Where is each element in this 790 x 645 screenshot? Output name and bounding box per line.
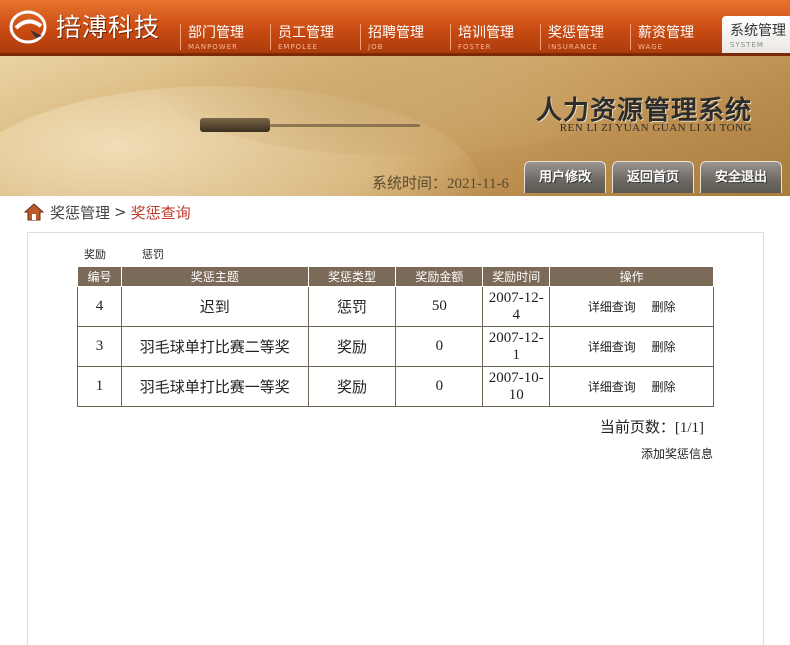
- tab-punish[interactable]: 惩罚: [142, 246, 164, 262]
- banner-decoration: [200, 118, 270, 132]
- cell-id: 3: [77, 326, 122, 367]
- cell-actions: 详细查询 删除: [549, 286, 714, 327]
- nav-item-department[interactable]: 部门管理 MANPOWER: [180, 18, 270, 56]
- nav-sublabel: JOB: [368, 43, 384, 51]
- nav-item-system[interactable]: 系统管理 SYSTEM: [722, 16, 790, 56]
- table-row: 1 羽毛球单打比赛一等奖 奖励 0 2007-10- 10 详细查询 删除: [77, 366, 714, 407]
- date-part: 10: [508, 386, 524, 403]
- banner-decoration: [270, 124, 420, 127]
- date-part: 1: [512, 346, 521, 363]
- col-header-subject: 奖惩主题: [120, 266, 309, 287]
- breadcrumb-separator: >: [114, 203, 127, 221]
- nav-label: 员工管理: [278, 25, 334, 41]
- delete-link[interactable]: 删除: [652, 340, 676, 354]
- table-header-row: 编号 奖惩主题 奖惩类型 奖励金额 奖励时间 操作: [77, 266, 714, 287]
- cell-id: 4: [77, 286, 122, 327]
- nav-sublabel: WAGE: [638, 43, 664, 51]
- cell-actions: 详细查询 删除: [549, 366, 714, 407]
- system-subtitle: REN LI ZI YUAN GUAN LI XI TONG: [559, 122, 752, 134]
- table-row: 4 迟到 惩罚 50 2007-12- 4 详细查询 删除: [77, 286, 714, 327]
- add-reward-punish-link[interactable]: 添加奖惩信息: [641, 445, 713, 462]
- nav-sublabel: INSURANCE: [548, 43, 598, 51]
- brand-name: 掊溥科技: [56, 13, 161, 42]
- cell-date: 2007-10- 10: [482, 366, 551, 407]
- date-part: 4: [512, 306, 521, 323]
- filter-tabs: 奖励 惩罚: [84, 246, 200, 262]
- nav-label: 培训管理: [458, 25, 514, 41]
- nav-sublabel: EMPOLEE: [278, 43, 318, 51]
- page-indicator: 当前页数：[1/1]: [599, 420, 704, 436]
- cell-subject: 羽毛球单打比赛一等奖: [120, 366, 309, 407]
- date-part: 2007-12-: [488, 289, 544, 306]
- nav-item-recruit[interactable]: 招聘管理 JOB: [360, 18, 450, 56]
- nav-label: 系统管理: [730, 23, 786, 39]
- breadcrumb-parent[interactable]: 奖惩管理: [50, 202, 110, 223]
- main-nav: 部门管理 MANPOWER 员工管理 EMPOLEE 招聘管理 JOB 培训管理…: [180, 16, 790, 56]
- nav-item-training[interactable]: 培训管理 FOSTER: [450, 18, 540, 56]
- nav-label: 薪资管理: [638, 25, 694, 41]
- col-header-actions: 操作: [549, 266, 714, 287]
- nav-label: 部门管理: [188, 25, 244, 41]
- nav-item-employee[interactable]: 员工管理 EMPOLEE: [270, 18, 360, 56]
- delete-link[interactable]: 删除: [652, 300, 676, 314]
- cell-id: 1: [77, 366, 122, 407]
- reward-punish-table: 编号 奖惩主题 奖惩类型 奖励金额 奖励时间 操作 4 迟到 惩罚 50 200…: [77, 266, 714, 407]
- nav-label: 招聘管理: [368, 25, 424, 41]
- cell-date: 2007-12- 1: [482, 326, 551, 367]
- cell-date: 2007-12- 4: [482, 286, 551, 327]
- cell-amount: 50: [395, 286, 484, 327]
- view-detail-link[interactable]: 详细查询: [588, 300, 636, 314]
- nav-item-reward-punish[interactable]: 奖惩管理 INSURANCE: [540, 18, 630, 56]
- delete-link[interactable]: 删除: [652, 380, 676, 394]
- logo: 掊溥科技: [8, 6, 160, 46]
- logout-button[interactable]: 安全退出: [700, 161, 782, 193]
- cell-amount: 0: [395, 326, 484, 367]
- col-header-id: 编号: [77, 266, 122, 287]
- table-row: 3 羽毛球单打比赛二等奖 奖励 0 2007-12- 1 详细查询 删除: [77, 326, 714, 367]
- cell-amount: 0: [395, 366, 484, 407]
- nav-item-salary[interactable]: 薪资管理 WAGE: [630, 18, 720, 56]
- cell-subject: 迟到: [120, 286, 309, 327]
- breadcrumb-current: 奖惩查询: [130, 203, 191, 222]
- system-time: 系统时间：2021-11-6: [372, 176, 509, 192]
- cell-subject: 羽毛球单打比赛二等奖: [120, 326, 309, 367]
- cell-actions: 详细查询 删除: [549, 326, 714, 367]
- view-detail-link[interactable]: 详细查询: [588, 380, 636, 394]
- col-header-type: 奖惩类型: [307, 266, 397, 287]
- date-part: 2007-12-: [488, 329, 544, 346]
- cell-type: 奖励: [307, 326, 397, 367]
- cell-type: 惩罚: [307, 286, 397, 327]
- home-icon: [23, 203, 45, 221]
- cell-type: 奖励: [307, 366, 397, 407]
- header-banner: 人力资源管理系统 REN LI ZI YUAN GUAN LI XI TONG …: [0, 56, 790, 196]
- col-header-date: 奖励时间: [482, 266, 551, 287]
- breadcrumb: 奖惩管理 > 奖惩查询: [23, 200, 191, 224]
- nav-sublabel: MANPOWER: [188, 43, 239, 51]
- nav-sublabel: FOSTER: [458, 43, 492, 51]
- nav-sublabel: SYSTEM: [730, 41, 764, 49]
- logo-e-icon: [8, 6, 48, 46]
- view-detail-link[interactable]: 详细查询: [588, 340, 636, 354]
- back-home-button[interactable]: 返回首页: [612, 161, 694, 193]
- tab-reward[interactable]: 奖励: [84, 246, 106, 262]
- date-part: 2007-10-: [488, 369, 544, 386]
- top-nav-bar: 掊溥科技 部门管理 MANPOWER 员工管理 EMPOLEE 招聘管理 JOB…: [0, 0, 790, 56]
- edit-user-button[interactable]: 用户修改: [524, 161, 606, 193]
- col-header-amount: 奖励金额: [395, 266, 484, 287]
- nav-label: 奖惩管理: [548, 25, 604, 41]
